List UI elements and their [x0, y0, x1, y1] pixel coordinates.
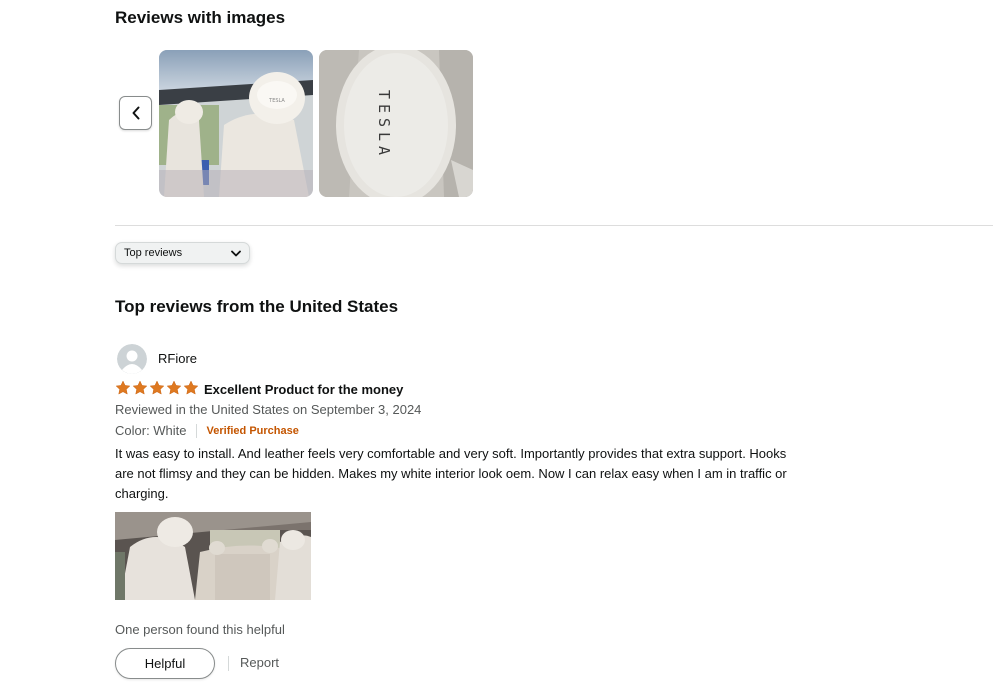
svg-text:TESLA: TESLA	[375, 90, 393, 160]
section-divider	[115, 225, 993, 226]
review-title[interactable]: Excellent Product for the money	[204, 382, 403, 397]
star-icon	[166, 380, 182, 395]
top-reviews-heading: Top reviews from the United States	[115, 297, 399, 316]
helpful-count: One person found this helpful	[115, 622, 285, 637]
review-attached-image[interactable]	[115, 512, 311, 600]
reviewer-name[interactable]: RFiore	[158, 351, 197, 366]
sort-reviews-dropdown[interactable]: Top reviews	[115, 242, 250, 264]
separator	[195, 423, 197, 438]
review-variant-row: Color: White Verified Purchase	[115, 423, 299, 438]
carousel-prev-button[interactable]	[119, 96, 152, 130]
star-icon	[132, 380, 148, 395]
separator	[228, 656, 229, 671]
star-icon	[183, 380, 199, 395]
variant-color: Color: White	[115, 423, 187, 438]
review-image-thumbnail[interactable]: TESLA	[319, 50, 473, 197]
car-interior-photo: TESLA	[159, 50, 313, 197]
star-icon	[149, 380, 165, 395]
star-rating[interactable]	[115, 380, 199, 396]
review-image-thumbnail[interactable]: TESLA	[159, 50, 313, 197]
svg-text:TESLA: TESLA	[268, 98, 285, 104]
verified-purchase-badge: Verified Purchase	[206, 424, 299, 437]
helpful-button[interactable]: Helpful	[115, 648, 215, 679]
reviews-with-images-title: Reviews with images	[115, 8, 286, 27]
car-rear-seats-photo	[115, 512, 311, 600]
user-avatar-icon	[117, 344, 147, 374]
star-icon	[115, 380, 131, 395]
review-date: Reviewed in the United States on Septemb…	[115, 402, 422, 417]
review-body: It was easy to install. And leather feel…	[115, 446, 787, 501]
chevron-down-icon	[231, 250, 241, 256]
pillow-closeup-photo: TESLA	[319, 50, 473, 197]
report-link[interactable]: Report	[240, 655, 279, 670]
sort-selected-label: Top reviews	[124, 247, 183, 259]
chevron-left-icon	[132, 106, 139, 120]
